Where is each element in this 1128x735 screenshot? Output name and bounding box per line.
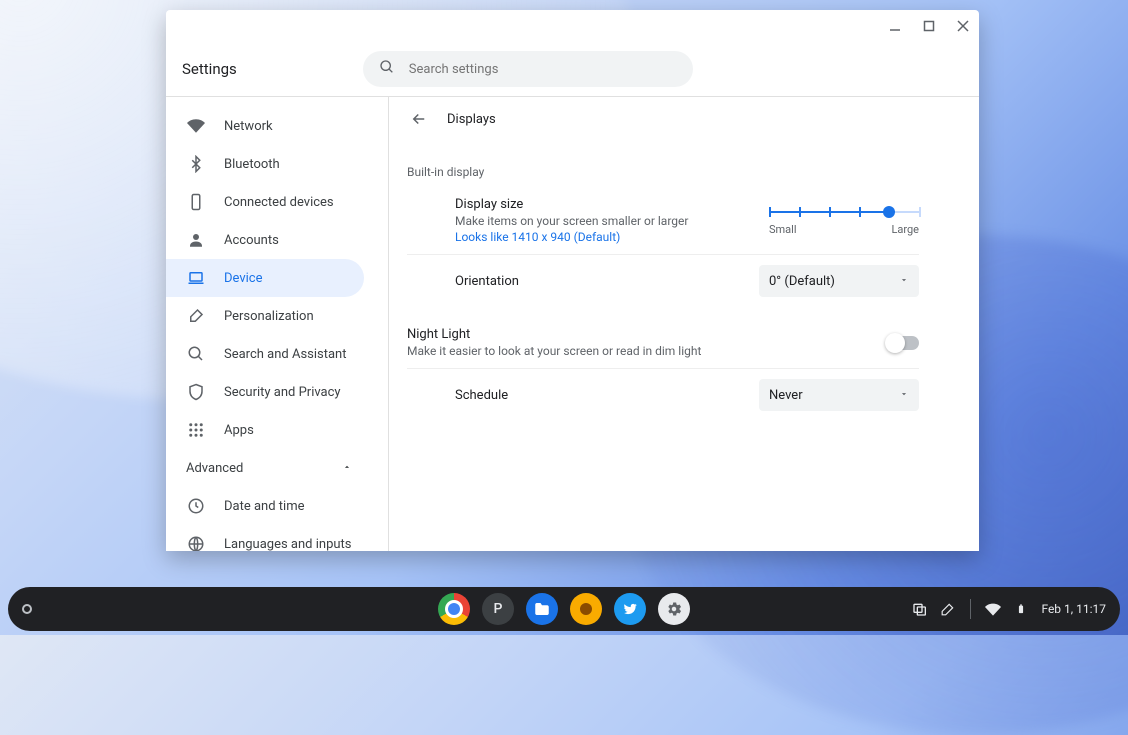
select-value: 0° (Default) (769, 274, 835, 289)
window-body: Network Bluetooth Connected devices Acco… (166, 97, 979, 551)
row-title: Night Light (407, 327, 701, 342)
sidebar: Network Bluetooth Connected devices Acco… (166, 97, 388, 551)
shelf-app-settings[interactable] (658, 593, 690, 625)
builtin-display-section: Built-in display Display size Make items… (389, 137, 979, 307)
sidebar-item-label: Network (224, 119, 273, 134)
window-titlebar (166, 10, 979, 42)
divider (970, 599, 971, 619)
bluetooth-icon (186, 154, 206, 174)
phone-icon (186, 192, 206, 212)
settings-window: Settings Network Bluetooth Connected dev… (166, 10, 979, 551)
brush-icon (186, 306, 206, 326)
sidebar-item-connected-devices[interactable]: Connected devices (166, 183, 364, 221)
orientation-row: Orientation 0° (Default) (407, 254, 919, 307)
search-box[interactable] (363, 51, 693, 87)
slider-min-label: Small (769, 223, 797, 236)
row-subtitle: Make items on your screen smaller or lar… (455, 214, 688, 228)
shelf-status-tray[interactable]: Feb 1, 11:17 (912, 599, 1106, 619)
sidebar-item-label: Languages and inputs (224, 537, 352, 552)
wifi-icon (186, 116, 206, 136)
clock-icon (186, 496, 206, 516)
sidebar-item-label: Apps (224, 423, 254, 438)
night-light-row: Night Light Make it easier to look at yo… (407, 317, 919, 368)
schedule-select[interactable]: Never (759, 379, 919, 411)
wifi-tray-icon[interactable] (985, 601, 1001, 617)
shelf: P Feb 1, 11:17 (8, 587, 1120, 631)
slider-labels: Small Large (769, 223, 919, 236)
sidebar-item-label: Personalization (224, 309, 314, 324)
sidebar-item-security-privacy[interactable]: Security and Privacy (166, 373, 364, 411)
slider-max-label: Large (891, 223, 919, 236)
sidebar-item-label: Accounts (224, 233, 279, 248)
shelf-app-chrome[interactable] (438, 593, 470, 625)
sidebar-item-search-assistant[interactable]: Search and Assistant (166, 335, 364, 373)
apps-icon (186, 420, 206, 440)
launcher-button[interactable] (22, 604, 32, 614)
sidebar-item-languages-inputs[interactable]: Languages and inputs (166, 525, 364, 551)
advanced-label: Advanced (186, 461, 243, 476)
window-minimize-button[interactable] (887, 18, 903, 34)
content-header: Displays (389, 97, 979, 137)
sidebar-item-label: Connected devices (224, 195, 334, 210)
shelf-apps: P (438, 593, 690, 625)
slider-track[interactable] (769, 205, 919, 219)
shelf-app-files[interactable] (526, 593, 558, 625)
globe-icon (186, 534, 206, 551)
shield-icon (186, 382, 206, 402)
search-icon (379, 59, 395, 79)
slider-line (769, 211, 919, 213)
window-maximize-button[interactable] (921, 18, 937, 34)
laptop-icon (186, 268, 206, 288)
row-title: Orientation (455, 274, 519, 289)
chevron-down-icon (899, 388, 909, 403)
row-subtitle: Make it easier to look at your screen or… (407, 344, 701, 358)
back-button[interactable] (407, 107, 431, 131)
chevron-up-icon (342, 461, 352, 476)
sidebar-advanced-toggle[interactable]: Advanced (166, 449, 388, 487)
schedule-row: Schedule Never (407, 368, 919, 421)
person-icon (186, 230, 206, 250)
header: Settings (166, 42, 979, 96)
launcher-icon (22, 604, 32, 614)
shelf-app-profile[interactable]: P (482, 593, 514, 625)
sidebar-item-accounts[interactable]: Accounts (166, 221, 364, 259)
sidebar-item-date-time[interactable]: Date and time (166, 487, 364, 525)
sidebar-item-label: Device (224, 271, 263, 286)
toggle-knob (885, 333, 905, 353)
sidebar-item-bluetooth[interactable]: Bluetooth (166, 145, 364, 183)
sidebar-item-personalization[interactable]: Personalization (166, 297, 364, 335)
sidebar-item-label: Security and Privacy (224, 385, 341, 400)
row-title: Display size (455, 197, 688, 212)
sidebar-item-label: Date and time (224, 499, 305, 514)
slider-thumb[interactable] (883, 206, 895, 218)
page-title: Displays (447, 112, 496, 127)
sidebar-item-network[interactable]: Network (166, 107, 364, 145)
display-size-slider[interactable]: Small Large (769, 205, 919, 236)
row-resolution: Looks like 1410 x 940 (Default) (455, 230, 688, 244)
shelf-app-twitter[interactable] (614, 593, 646, 625)
sidebar-item-label: Search and Assistant (224, 347, 347, 362)
window-close-button[interactable] (955, 18, 971, 34)
search-icon (186, 344, 206, 364)
sidebar-item-device[interactable]: Device (166, 259, 364, 297)
search-input[interactable] (409, 62, 677, 77)
night-light-toggle[interactable] (887, 336, 919, 350)
night-light-section: Night Light Make it easier to look at yo… (389, 307, 979, 421)
row-title: Schedule (455, 388, 508, 403)
row-text: Display size Make items on your screen s… (455, 197, 688, 244)
overview-icon[interactable] (912, 601, 928, 617)
sidebar-item-label: Bluetooth (224, 157, 280, 172)
content-pane: Displays Built-in display Display size M… (389, 97, 979, 551)
section-label: Built-in display (407, 165, 919, 179)
chevron-down-icon (899, 274, 909, 289)
stylus-icon[interactable] (940, 601, 956, 617)
display-size-row: Display size Make items on your screen s… (407, 193, 919, 254)
sidebar-item-apps[interactable]: Apps (166, 411, 364, 449)
orientation-select[interactable]: 0° (Default) (759, 265, 919, 297)
status-time[interactable]: Feb 1, 11:17 (1041, 602, 1106, 616)
battery-tray-icon[interactable] (1013, 601, 1029, 617)
app-title: Settings (182, 60, 237, 78)
select-value: Never (769, 388, 803, 403)
shelf-app-scratch[interactable] (570, 593, 602, 625)
